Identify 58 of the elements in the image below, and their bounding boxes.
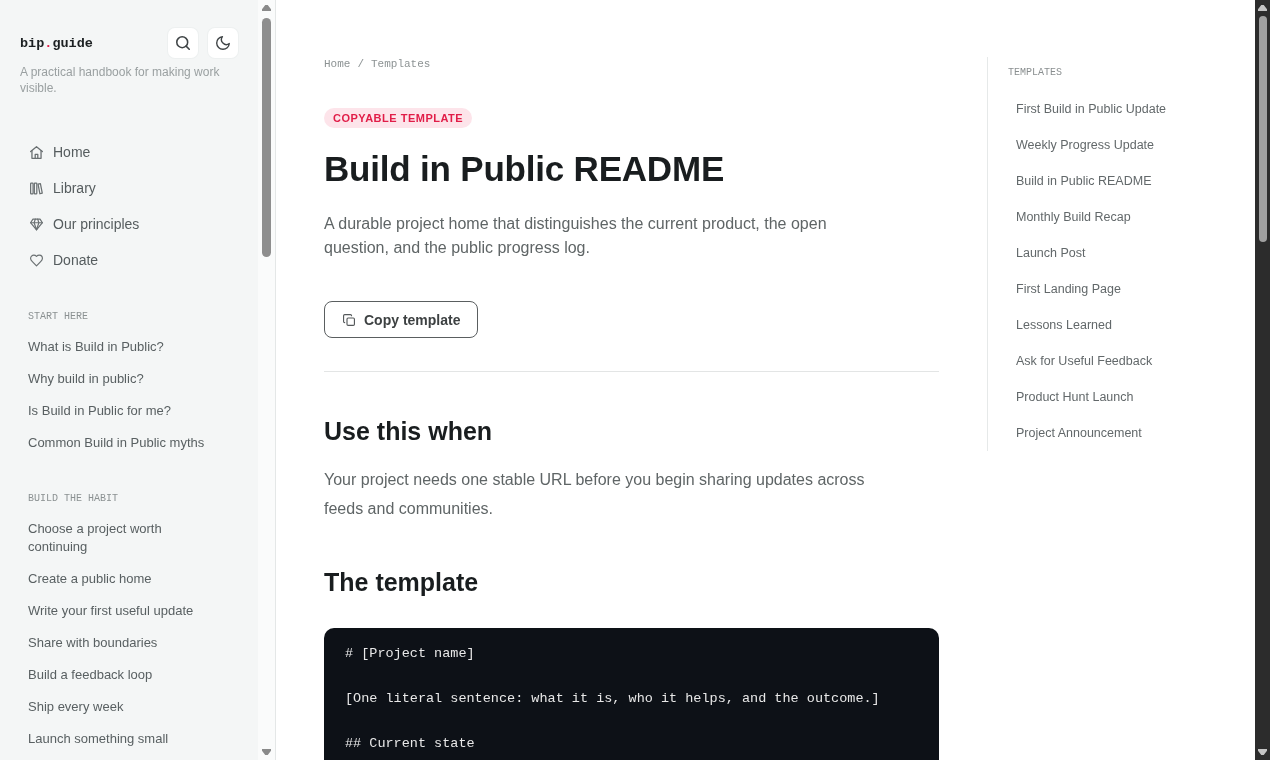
section-heading: Use this when — [324, 416, 493, 447]
nav-link[interactable]: Donate — [20, 242, 109, 278]
scrollbar-thumb[interactable] — [1258, 16, 1267, 242]
sidebar-link[interactable]: Create a public home — [20, 563, 160, 595]
scroll-up-arrow-icon — [1258, 5, 1267, 11]
section-label: START HERE — [28, 310, 88, 324]
toc-link[interactable]: Ask for Useful Feedback — [1008, 343, 1153, 379]
search-button[interactable] — [168, 28, 198, 58]
template-badge: COPYABLE TEMPLATE — [324, 108, 473, 128]
nav-link[interactable]: Library — [20, 170, 106, 206]
home-icon — [30, 145, 43, 159]
section-heading: The template — [324, 567, 479, 598]
scroll-down-arrow-icon — [262, 749, 271, 755]
copy-icon — [343, 313, 355, 326]
sidebar-link[interactable]: Share with boundaries — [20, 627, 166, 659]
section-label: BUILD THE HABIT — [28, 492, 118, 506]
books-icon — [30, 181, 43, 195]
nav-link[interactable]: Home — [20, 134, 101, 170]
gem-icon — [30, 217, 43, 231]
code-line: # [Project name] — [345, 645, 475, 663]
breadcrumb-link[interactable]: Home — [324, 57, 351, 71]
moon-icon — [216, 36, 230, 50]
search-icon — [176, 36, 190, 50]
scroll-down-arrow-icon — [1258, 749, 1267, 755]
sidebar-link[interactable]: Ship every week — [20, 691, 132, 723]
toc-link[interactable]: Build in Public README — [1008, 163, 1152, 199]
sidebar-link[interactable]: Common Build in Public myths — [20, 427, 213, 459]
nav-link[interactable]: Our principles — [20, 206, 150, 242]
toc-link[interactable]: First Build in Public Update — [1008, 91, 1167, 127]
toc-link[interactable]: Weekly Progress Update — [1008, 127, 1155, 163]
page-title: Build in Public README — [324, 148, 725, 190]
section-paragraph: Your project needs one stable URL before you begin sharing updates across feeds and communities. — [324, 470, 866, 519]
toc-link[interactable]: Launch Post — [1008, 235, 1086, 271]
toc-link[interactable]: Lessons Learned — [1008, 307, 1112, 343]
sidebar-link[interactable]: Launch something small — [20, 723, 177, 755]
lead-paragraph: A durable project home that distinguishes the current product, the open question, and the public progress log. — [324, 214, 828, 258]
sidebar-link[interactable]: Why build in public? — [20, 363, 152, 395]
toc-link[interactable]: Product Hunt Launch — [1008, 379, 1134, 415]
scrollbar-thumb[interactable] — [262, 18, 271, 257]
site-tagline: A practical handbook for making work visible. — [20, 64, 221, 96]
sidebar-link[interactable]: Build a feedback loop — [20, 659, 161, 691]
sidebar-link[interactable]: Is Build in Public for me? — [20, 395, 180, 427]
scroll-up-arrow-icon — [262, 5, 271, 11]
sidebar-link[interactable]: Choose a project worth continuing — [20, 513, 226, 563]
copy-template-button[interactable]: Copy template — [324, 301, 479, 338]
breadcrumb-separator: / — [357, 57, 364, 71]
sidebar-link[interactable]: What is Build in Public? — [20, 331, 172, 363]
heart-icon — [30, 253, 43, 267]
sidebar-link[interactable]: Write your first useful update — [20, 595, 202, 627]
theme-toggle-button[interactable] — [208, 28, 238, 58]
breadcrumb-link[interactable]: Templates — [371, 57, 431, 71]
toc-link[interactable]: Project Announcement — [1008, 415, 1142, 451]
code-line: ## Current state — [345, 735, 475, 753]
toc-link[interactable]: First Landing Page — [1008, 271, 1121, 307]
code-line: [One literal sentence: what it is, who it helps, and the outcome.] — [345, 690, 880, 708]
site-logo[interactable]: bip.guide — [20, 35, 93, 51]
toc-link[interactable]: Monthly Build Recap — [1008, 199, 1131, 235]
toc-heading: TEMPLATES — [1008, 66, 1062, 80]
